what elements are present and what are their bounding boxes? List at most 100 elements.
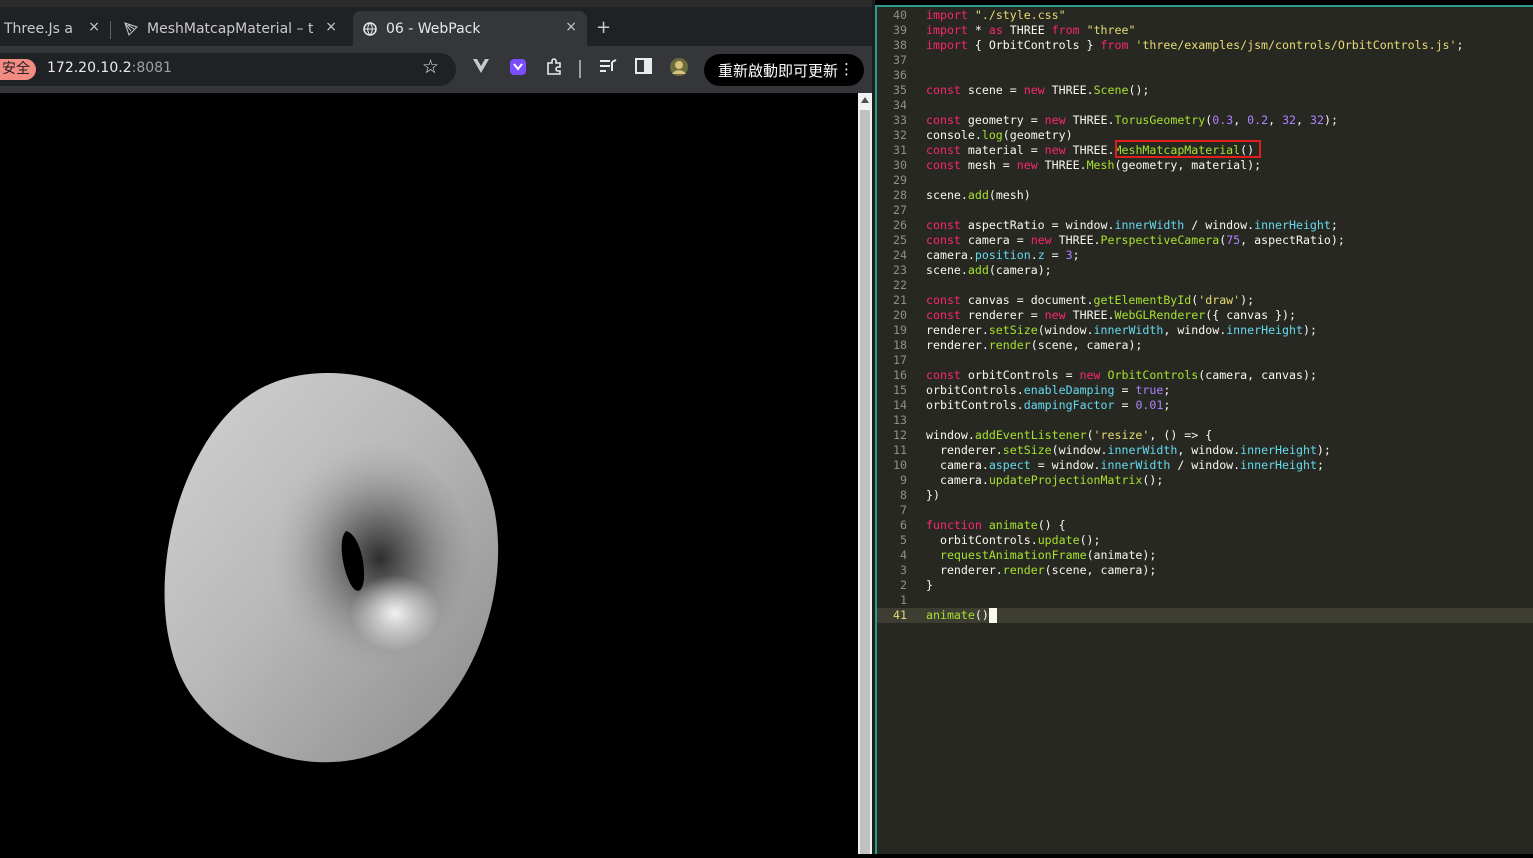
line-number: 9 xyxy=(900,473,907,487)
torus-highlight xyxy=(350,575,440,651)
line-number: 35 xyxy=(893,83,907,97)
line-number: 30 xyxy=(893,158,907,172)
vue-devtools-icon[interactable] xyxy=(472,58,490,78)
line-code: scene.add(camera); xyxy=(926,263,1052,277)
line-number: 19 xyxy=(893,323,907,337)
code-line[interactable]: 27 xyxy=(877,203,1533,218)
code-line[interactable]: 39 import * as THREE from "three" xyxy=(877,23,1533,38)
code-line[interactable]: 11 renderer.setSize(window.innerWidth, w… xyxy=(877,443,1533,458)
code-line[interactable]: 17 xyxy=(877,353,1533,368)
line-code: import * as THREE from "three" xyxy=(926,23,1136,37)
line-code: const mesh = new THREE.Mesh(geometry, ma… xyxy=(926,158,1262,172)
profile-avatar-icon[interactable] xyxy=(669,57,689,81)
code-line[interactable]: 25 const camera = new THREE.PerspectiveCa… xyxy=(877,233,1533,248)
address-bar[interactable]: 安全 172.20.10.2:8081 ☆ xyxy=(0,53,456,86)
line-number: 32 xyxy=(893,128,907,142)
tab-meshmatcap[interactable]: MeshMatcapMaterial – t × xyxy=(117,11,347,46)
line-number: 31 xyxy=(893,143,907,157)
line-code: const canvas = document.getElementById('… xyxy=(926,293,1255,307)
code-line[interactable]: 24 camera.position.z = 3; xyxy=(877,248,1533,263)
side-panel-icon[interactable] xyxy=(635,58,653,78)
security-badge[interactable]: 安全 xyxy=(0,59,36,80)
code-line[interactable]: 28 scene.add(mesh) xyxy=(877,188,1533,203)
line-code: const renderer = new THREE.WebGLRenderer… xyxy=(926,308,1296,322)
extension-shield-icon[interactable] xyxy=(509,58,527,80)
code-line[interactable]: 22 xyxy=(877,278,1533,293)
extensions-puzzle-icon[interactable] xyxy=(545,58,563,80)
code-line[interactable]: 9 camera.updateProjectionMatrix(); xyxy=(877,473,1533,488)
close-icon[interactable]: × xyxy=(325,19,337,35)
code-line[interactable]: 15 orbitControls.enableDamping = true; xyxy=(877,383,1533,398)
tab-webpack-active[interactable]: 06 - WebPack × xyxy=(353,11,587,46)
code-line[interactable]: 8}) xyxy=(877,488,1533,503)
code-line[interactable]: 5 orbitControls.update(); xyxy=(877,533,1533,548)
code-editor[interactable]: 40 import "./style.css" 39 import * as THRE… xyxy=(875,5,1533,854)
new-tab-button[interactable]: + xyxy=(596,17,611,38)
code-line[interactable]: 40 import "./style.css" xyxy=(877,8,1533,23)
code-line[interactable]: 38 import { OrbitControls } from 'three/e… xyxy=(877,38,1533,53)
code-line[interactable]: 34 xyxy=(877,98,1533,113)
code-line[interactable]: 18 renderer.render(scene, camera); xyxy=(877,338,1533,353)
code-line[interactable]: 4 requestAnimationFrame(animate); xyxy=(877,548,1533,563)
line-number: 12 xyxy=(893,428,907,442)
line-number: 11 xyxy=(893,443,907,457)
code-line[interactable]: 16 const orbitControls = new OrbitControl… xyxy=(877,368,1533,383)
line-number: 28 xyxy=(893,188,907,202)
url-host: 172.20.10.2 xyxy=(47,60,132,76)
code-line[interactable]: 41 animate(); xyxy=(877,608,1533,623)
code-line[interactable]: 33 const geometry = new THREE.TorusGeomet… xyxy=(877,113,1533,128)
line-code: window.addEventListener('resize', () => … xyxy=(926,428,1213,442)
code-line[interactable]: 36 xyxy=(877,68,1533,83)
code-line[interactable]: 37 xyxy=(877,53,1533,68)
line-number: 22 xyxy=(893,278,907,292)
tab-threejs[interactable]: Three.Js a × xyxy=(0,11,110,46)
line-number: 26 xyxy=(893,218,907,232)
browser-window: Three.Js a × MeshMatcapMaterial – t × 06… xyxy=(0,0,872,854)
code-line[interactable]: 2} xyxy=(877,578,1533,593)
line-code: orbitControls.dampingFactor = 0.01; xyxy=(926,398,1171,412)
line-number: 18 xyxy=(893,338,907,352)
line-number: 33 xyxy=(893,113,907,127)
code-line[interactable]: 3 renderer.render(scene, camera); xyxy=(877,563,1533,578)
line-number: 34 xyxy=(893,98,907,112)
scrollbar-thumb[interactable] xyxy=(860,110,870,854)
code-line[interactable]: 6 function animate() { xyxy=(877,518,1533,533)
line-number: 17 xyxy=(893,353,907,367)
code-line[interactable]: 35 const scene = new THREE.Scene(); xyxy=(877,83,1533,98)
code-line[interactable]: 14 orbitControls.dampingFactor = 0.01; xyxy=(877,398,1533,413)
line-code: console.log(geometry) xyxy=(926,128,1073,142)
line-number: 14 xyxy=(893,398,907,412)
line-code: const scene = new THREE.Scene(); xyxy=(926,83,1150,97)
media-queue-icon[interactable] xyxy=(599,58,617,78)
code-line[interactable]: 13 xyxy=(877,413,1533,428)
tab-separator xyxy=(110,21,111,39)
line-number: 41 xyxy=(893,608,907,622)
code-line[interactable]: 12 window.addEventListener('resize', () =… xyxy=(877,428,1533,443)
more-menu-icon[interactable]: ⋮ xyxy=(839,60,854,78)
line-code: renderer.render(scene, camera); xyxy=(926,563,1157,577)
code-line[interactable]: 7 xyxy=(877,503,1533,518)
code-line[interactable]: 26 const aspectRatio = window.innerWidth … xyxy=(877,218,1533,233)
code-line[interactable]: 19 renderer.setSize(window.innerWidth, wi… xyxy=(877,323,1533,338)
code-line[interactable]: 20 const renderer = new THREE.WebGLRender… xyxy=(877,308,1533,323)
line-number: 27 xyxy=(893,203,907,217)
threejs-favicon-icon xyxy=(123,21,139,37)
webgl-canvas[interactable] xyxy=(0,93,872,854)
code-line[interactable]: 29 xyxy=(877,173,1533,188)
tab-title: 06 - WebPack xyxy=(386,20,481,37)
line-number: 13 xyxy=(893,413,907,427)
code-line[interactable]: 21 const canvas = document.getElementById… xyxy=(877,293,1533,308)
code-line[interactable]: 30 const mesh = new THREE.Mesh(geometry, … xyxy=(877,158,1533,173)
code-line[interactable]: 23 scene.add(camera); xyxy=(877,263,1533,278)
line-code: const camera = new THREE.PerspectiveCame… xyxy=(926,233,1345,247)
scroll-up-arrow-icon[interactable] xyxy=(861,97,869,103)
text-cursor xyxy=(989,608,997,623)
close-icon[interactable]: × xyxy=(565,19,577,35)
bookmark-star-icon[interactable]: ☆ xyxy=(422,56,439,78)
line-number: 16 xyxy=(893,368,907,382)
close-icon[interactable]: × xyxy=(88,19,100,35)
code-line[interactable]: 10 camera.aspect = window.innerWidth / w… xyxy=(877,458,1533,473)
update-restart-button[interactable]: 重新啟動即可更新 ⋮ xyxy=(704,54,864,86)
code-line[interactable]: 1 xyxy=(877,593,1533,608)
line-code: requestAnimationFrame(animate); xyxy=(939,548,1157,562)
